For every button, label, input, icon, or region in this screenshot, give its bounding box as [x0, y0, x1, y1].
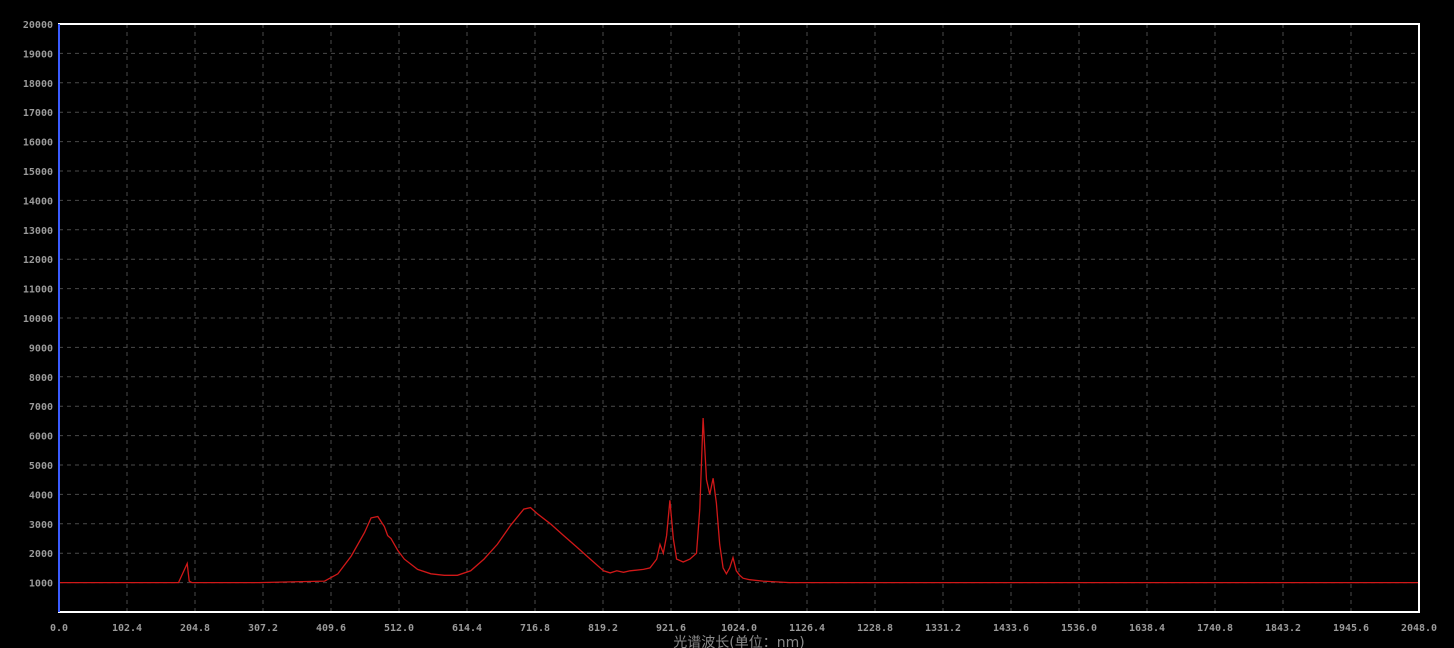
x-tick-label: 1024.0 [721, 623, 757, 634]
x-axis-label: 光谱波长(单位：nm) [673, 635, 804, 648]
x-tick-label: 819.2 [588, 623, 618, 634]
y-tick-label: 14000 [23, 196, 53, 207]
y-tick-label: 16000 [23, 138, 53, 149]
x-tick-label: 1331.2 [925, 623, 961, 634]
x-tick-label: 512.0 [384, 623, 414, 634]
x-tick-label: 409.6 [316, 623, 346, 634]
y-tick-label: 10000 [23, 314, 53, 325]
x-tick-label: 1638.4 [1129, 623, 1165, 634]
x-tick-label: 1740.8 [1197, 623, 1233, 634]
y-tick-label: 5000 [29, 461, 53, 472]
y-tick-label: 12000 [23, 255, 53, 266]
x-tick-label: 716.8 [520, 623, 550, 634]
y-axis-ticks: 1000 2000 3000 4000 5000 6000 7000 8000 9000 1000… [23, 20, 53, 590]
x-tick-label: 2048.0 [1401, 623, 1437, 634]
x-tick-label: 102.4 [112, 623, 142, 634]
y-tick-label: 3000 [29, 520, 53, 531]
x-tick-label: 1843.2 [1265, 623, 1301, 634]
y-tick-label: 1000 [29, 579, 53, 590]
y-tick-label: 2000 [29, 549, 53, 560]
x-tick-label: 0.0 [50, 623, 68, 634]
x-tick-label: 1228.8 [857, 623, 893, 634]
y-tick-label: 15000 [23, 167, 53, 178]
y-tick-label: 19000 [23, 49, 53, 60]
x-tick-label: 307.2 [248, 623, 278, 634]
y-tick-label: 13000 [23, 226, 53, 237]
x-tick-label: 1536.0 [1061, 623, 1097, 634]
x-axis-ticks: 0.0 102.4 204.8 307.2 409.6 512.0 614.4 716.8 81… [50, 623, 1437, 634]
y-tick-label: 6000 [29, 432, 53, 443]
x-tick-label: 1433.6 [993, 623, 1029, 634]
y-tick-label: 7000 [29, 402, 53, 413]
x-tick-label: 1126.4 [789, 623, 825, 634]
y-tick-label: 18000 [23, 79, 53, 90]
x-tick-label: 614.4 [452, 623, 482, 634]
x-tick-label: 1945.6 [1333, 623, 1369, 634]
x-tick-label: 921.6 [656, 623, 686, 634]
y-tick-label: 4000 [29, 490, 53, 501]
spectrum-chart: 1000 2000 3000 4000 5000 6000 7000 8000 9000 1000… [23, 20, 1437, 648]
y-tick-label: 11000 [23, 285, 53, 296]
grid-lines [59, 24, 1419, 612]
y-tick-label: 8000 [29, 373, 53, 384]
y-tick-label: 9000 [29, 343, 53, 354]
y-tick-label: 17000 [23, 108, 53, 119]
y-tick-label: 20000 [23, 20, 53, 31]
x-tick-label: 204.8 [180, 623, 210, 634]
